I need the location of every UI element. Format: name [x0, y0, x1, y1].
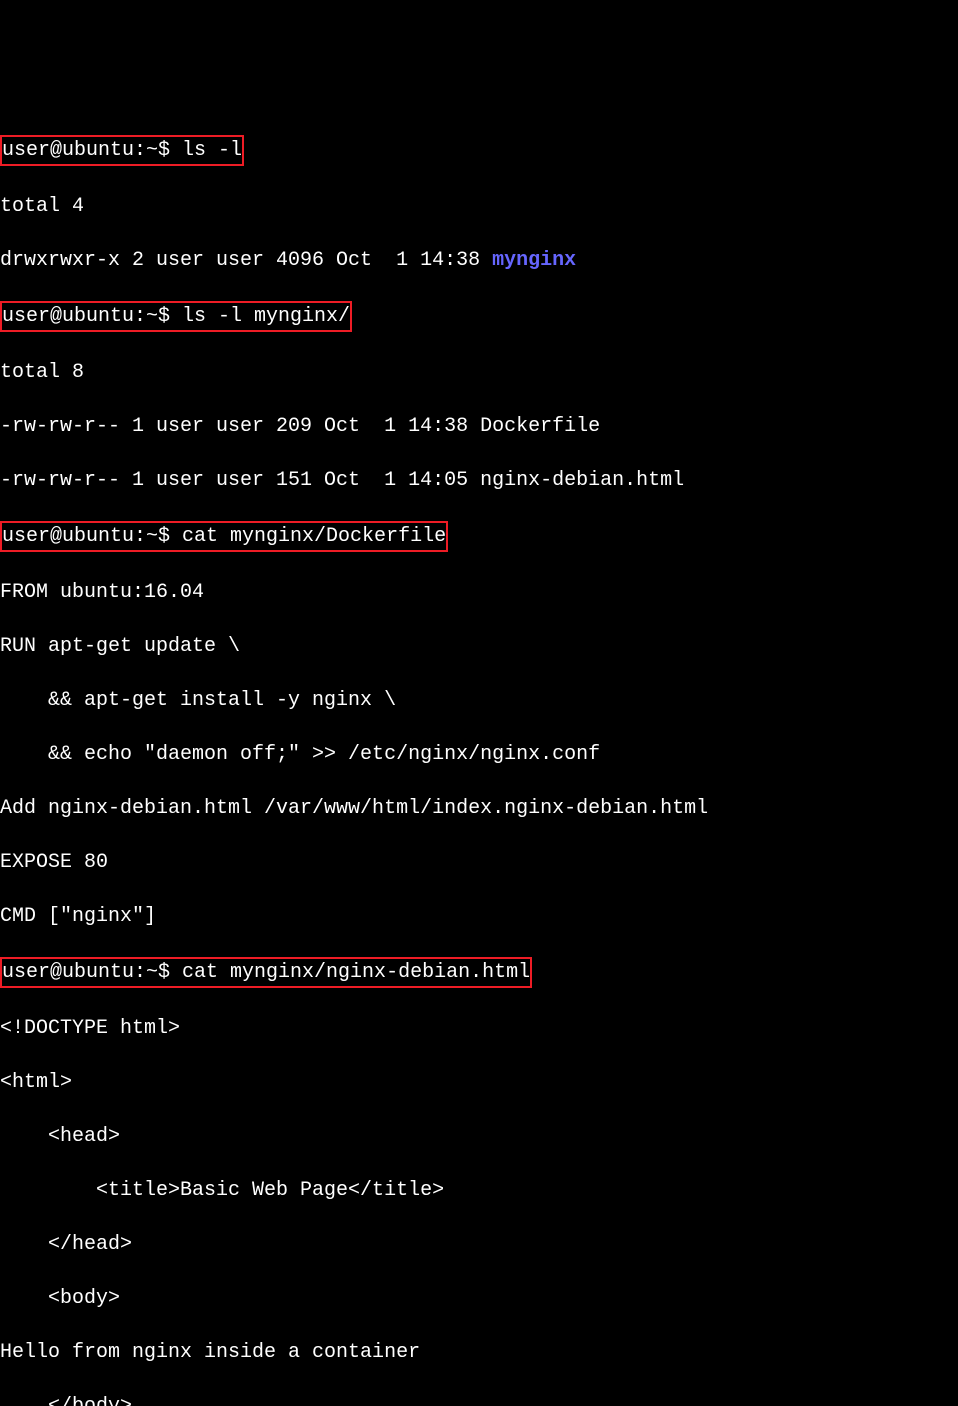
output-line: && apt-get install -y nginx \ [0, 687, 958, 714]
output-line: CMD ["nginx"] [0, 903, 958, 930]
output-line: total 8 [0, 359, 958, 386]
highlighted-command-2: user@ubuntu:~$ ls -l mynginx/ [0, 301, 352, 332]
terminal-output: user@ubuntu:~$ ls -l total 4 drwxrwxr-x … [0, 108, 958, 1406]
output-line: <body> [0, 1285, 958, 1312]
output-line: && echo "daemon off;" >> /etc/nginx/ngin… [0, 741, 958, 768]
output-line: -rw-rw-r-- 1 user user 209 Oct 1 14:38 D… [0, 413, 958, 440]
command-line-1: user@ubuntu:~$ ls -l [0, 135, 958, 166]
command-line-3: user@ubuntu:~$ cat mynginx/Dockerfile [0, 521, 958, 552]
output-line: <title>Basic Web Page</title> [0, 1177, 958, 1204]
output-line: drwxrwxr-x 2 user user 4096 Oct 1 14:38 … [0, 247, 958, 274]
directory-name: mynginx [492, 249, 576, 272]
output-line: Add nginx-debian.html /var/www/html/inde… [0, 795, 958, 822]
output-line: total 4 [0, 193, 958, 220]
output-line: EXPOSE 80 [0, 849, 958, 876]
output-line: <!DOCTYPE html> [0, 1015, 958, 1042]
output-line: -rw-rw-r-- 1 user user 151 Oct 1 14:05 n… [0, 467, 958, 494]
output-line: </head> [0, 1231, 958, 1258]
output-line: </body> [0, 1393, 958, 1406]
file-perms: drwxrwxr-x 2 user user 4096 Oct 1 14:38 [0, 249, 492, 272]
highlighted-command-4: user@ubuntu:~$ cat mynginx/nginx-debian.… [0, 957, 532, 988]
highlighted-command-3: user@ubuntu:~$ cat mynginx/Dockerfile [0, 521, 448, 552]
command-line-4: user@ubuntu:~$ cat mynginx/nginx-debian.… [0, 957, 958, 988]
output-line: <html> [0, 1069, 958, 1096]
command-line-2: user@ubuntu:~$ ls -l mynginx/ [0, 301, 958, 332]
output-line: Hello from nginx inside a container [0, 1339, 958, 1366]
output-line: FROM ubuntu:16.04 [0, 579, 958, 606]
output-line: RUN apt-get update \ [0, 633, 958, 660]
highlighted-command-1: user@ubuntu:~$ ls -l [0, 135, 244, 166]
output-line: <head> [0, 1123, 958, 1150]
